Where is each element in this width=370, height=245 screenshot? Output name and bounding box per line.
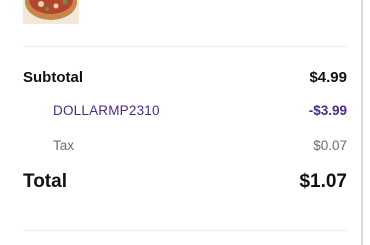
total-row: Total $1.07 [23,171,347,193]
product-thumbnail-image [23,0,79,24]
divider [23,46,347,47]
subtotal-label: Subtotal [23,69,83,86]
promo-discount-value: -$3.99 [308,103,347,118]
divider [23,230,347,231]
total-label: Total [23,171,67,192]
tax-row: Tax $0.07 [23,138,347,153]
panel-edge [361,0,363,245]
subtotal-value: $4.99 [309,69,347,86]
pizza-image [23,0,79,24]
order-summary-panel: Subtotal $4.99 DOLLARMP2310 -$3.99 Tax $… [0,0,361,245]
tax-value: $0.07 [313,138,347,153]
promo-code: DOLLARMP2310 [53,103,160,118]
total-value: $1.07 [299,171,347,192]
promo-row: DOLLARMP2310 -$3.99 [23,103,347,118]
subtotal-row: Subtotal $4.99 [23,69,347,86]
tax-label: Tax [53,138,75,153]
